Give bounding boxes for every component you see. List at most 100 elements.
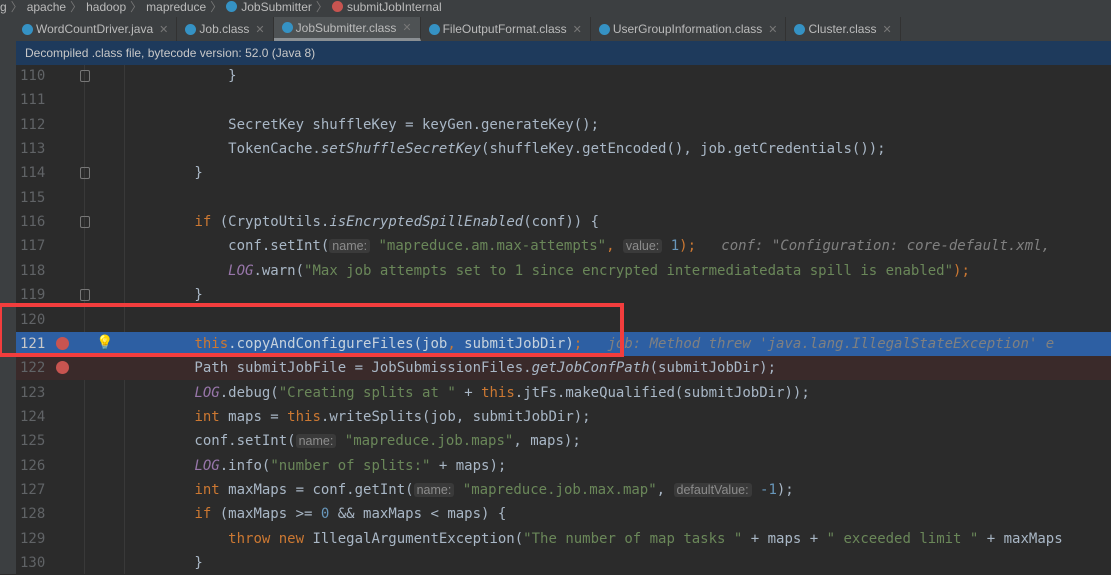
line-number[interactable]: 114 (20, 161, 60, 185)
breadcrumb-item[interactable]: apache (27, 0, 66, 14)
code-line: 126 LOG.info("number of splits:" + maps)… (16, 454, 1111, 478)
breadcrumb-separator-icon: 〉 (70, 0, 83, 14)
tab-job-class[interactable]: Job.class ✕ (177, 17, 274, 41)
parameter-hint: value: (622, 239, 663, 254)
editor-tabs: WordCountDriver.java ✕ Job.class ✕ JobSubmit… (0, 17, 1111, 42)
tab-label: JobSubmitter.class (295, 20, 397, 35)
code-token: LOG (194, 384, 220, 401)
line-number[interactable]: 117 (20, 234, 60, 258)
tab-wordcountdriver-java[interactable]: WordCountDriver.java ✕ (14, 17, 178, 41)
method-icon (331, 1, 343, 12)
close-icon[interactable]: ✕ (402, 21, 411, 34)
close-icon[interactable]: ✕ (573, 23, 582, 36)
close-icon[interactable]: ✕ (882, 23, 891, 36)
code-line: 118 LOG.warn("Max job attempts set to 1 … (16, 259, 1111, 283)
code-text: if (maxMaps >= 0 && maxMaps < maps) { (127, 502, 506, 526)
code-text: LOG.debug("Creating splits at " + this.j… (127, 381, 809, 405)
code-token: .writeSplits(job, submitJobDir); (320, 408, 591, 425)
breadcrumb-label: apache (26, 0, 67, 14)
fold-marker-icon[interactable] (80, 289, 90, 302)
breadcrumb-item[interactable]: g (0, 0, 7, 14)
tab-label: FileOutputFormat.class (442, 22, 567, 36)
class-icon (226, 1, 238, 12)
tab-cluster-class[interactable]: Cluster.class ✕ (786, 17, 901, 41)
decompiled-banner: Decompiled .class file, bytecode version… (16, 41, 1111, 65)
breadcrumb-label: g (0, 0, 7, 14)
line-number[interactable]: 118 (20, 259, 60, 283)
tab-label: WordCountDriver.java (36, 22, 154, 36)
class-file-icon (185, 23, 197, 35)
code-text: } (127, 551, 202, 575)
code-token: 1 (670, 238, 680, 255)
code-line: 110 } (16, 64, 1111, 88)
code-token: "Creating splits at " (278, 384, 456, 401)
class-file-icon (598, 23, 610, 35)
breadcrumb-separator-icon: 〉 (130, 0, 143, 14)
fold-marker-icon[interactable] (80, 70, 90, 82)
code-token: Path submitJobFile = JobSubmissionFiles. (127, 360, 532, 377)
code-token: (maxMaps >= (211, 506, 321, 523)
code-token: "number of splits:" (270, 457, 431, 474)
code-token: "mapreduce.job.maps" (344, 433, 514, 450)
code-token: "mapreduce.job.max.map" (462, 481, 657, 498)
code-token: TokenCache. (127, 141, 321, 158)
line-number[interactable]: 112 (20, 113, 60, 137)
tab-label: Cluster.class (808, 22, 877, 36)
code-token: , (606, 238, 623, 255)
line-number[interactable]: 122 (20, 356, 60, 380)
line-number[interactable]: 115 (20, 186, 60, 210)
breadcrumb-separator-icon: 〉 (210, 0, 223, 14)
code-token: if (194, 214, 212, 231)
code-text: } (127, 161, 202, 185)
code-token: -1 (760, 481, 777, 498)
breadcrumb-item[interactable]: submitJobInternal (331, 0, 442, 14)
code-line: 124 int maps = this.writeSplits(job, sub… (16, 405, 1111, 429)
code-line: 116 if (CryptoUtils.isEncryptedSpillEnab… (16, 210, 1111, 234)
close-icon[interactable]: ✕ (768, 23, 777, 36)
fold-marker-icon[interactable] (80, 216, 90, 229)
line-number[interactable]: 116 (20, 210, 60, 234)
line-number[interactable]: 126 (20, 454, 60, 478)
parameter-hint: name: (329, 239, 371, 254)
breadcrumb-item[interactable]: mapreduce (146, 0, 206, 14)
close-icon[interactable]: ✕ (159, 23, 168, 36)
line-number[interactable]: 124 (20, 405, 60, 429)
code-text: int maxMaps = conf.getInt(name: "mapredu… (127, 478, 793, 502)
breadcrumb-separator-icon: 〉 (315, 0, 328, 14)
class-file-icon (794, 23, 806, 35)
code-token: if (194, 506, 212, 523)
code-token: && maxMaps < maps) { (329, 506, 507, 523)
line-number[interactable]: 128 (20, 502, 60, 526)
code-token: } (127, 68, 237, 84)
line-number[interactable]: 127 (20, 478, 60, 502)
code-token: (CryptoUtils. (211, 214, 330, 231)
line-number[interactable]: 111 (20, 88, 60, 112)
breadcrumb-item[interactable]: JobSubmitter (226, 0, 312, 14)
code-token: conf: "Configuration: core-default.xml, (696, 238, 1059, 255)
tab-fileoutputformat-class[interactable]: FileOutputFormat.class ✕ (421, 17, 591, 41)
code-token: ); (953, 262, 970, 279)
fold-marker-icon[interactable] (80, 167, 90, 180)
line-number[interactable]: 125 (20, 429, 60, 453)
code-line: 128 if (maxMaps >= 0 && maxMaps < maps) … (16, 502, 1111, 526)
code-line: 130 } (16, 551, 1111, 575)
line-number[interactable]: 123 (20, 381, 60, 405)
code-token: int (194, 481, 220, 498)
code-line: 125 conf.setInt(name: "mapreduce.job.map… (16, 429, 1111, 453)
breadcrumb-label: JobSubmitter (241, 0, 312, 14)
breadcrumb-label: submitJobInternal (346, 0, 442, 14)
line-number[interactable]: 110 (20, 64, 60, 88)
breadcrumb-item[interactable]: hadoop (86, 0, 126, 14)
close-icon[interactable]: ✕ (255, 23, 264, 36)
line-number[interactable]: 113 (20, 137, 60, 161)
code-text: conf.setInt(name: "mapreduce.am.max-atte… (127, 234, 1058, 258)
tab-usergroupinformation-class[interactable]: UserGroupInformation.class ✕ (591, 17, 787, 41)
code-token: conf.setInt( (127, 238, 330, 255)
line-number[interactable]: 129 (20, 527, 60, 551)
breakpoint-icon[interactable] (56, 361, 69, 375)
line-number[interactable]: 130 (20, 551, 60, 575)
tab-jobsubmitter-class[interactable]: JobSubmitter.class ✕ (273, 17, 421, 41)
